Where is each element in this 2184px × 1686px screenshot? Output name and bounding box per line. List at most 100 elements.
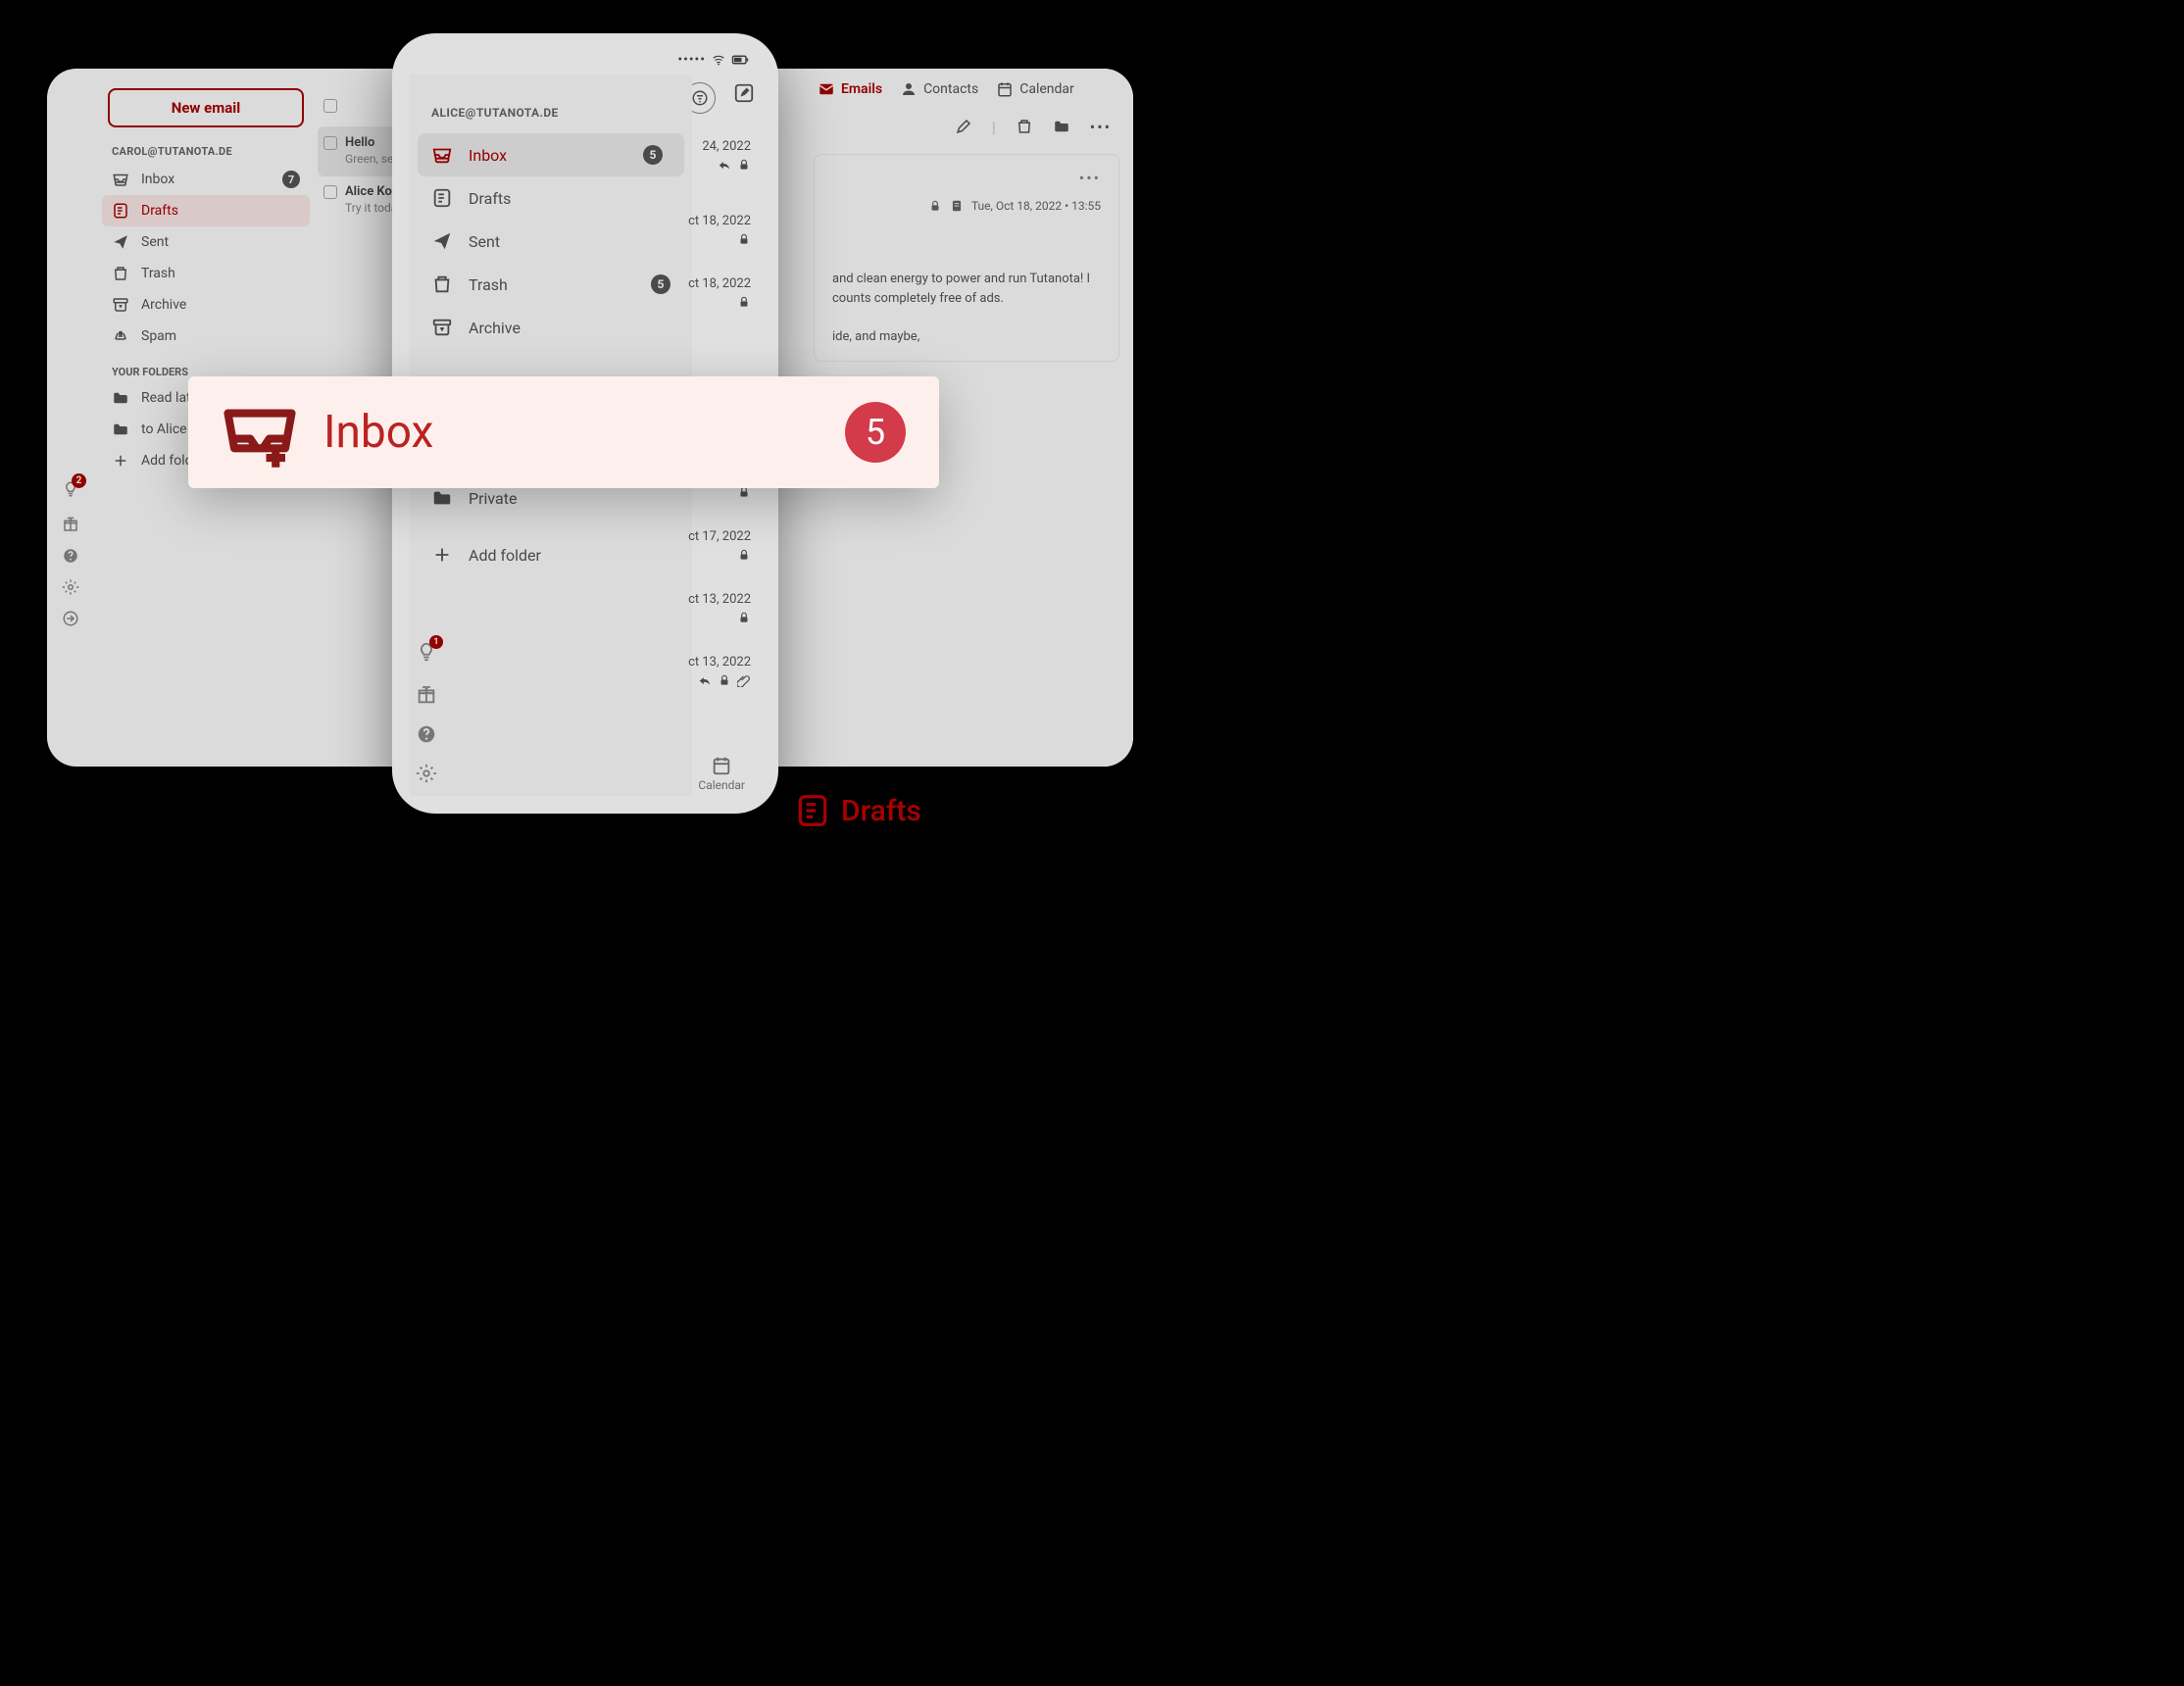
compose-icon[interactable] [733,82,755,104]
list-item[interactable]: 24, 2022 [688,139,751,214]
folder-icon [431,487,453,509]
note-icon [950,199,964,213]
message-meta: Tue, Oct 18, 2022 • 13:55 [832,199,1101,213]
sidebar-item-trash[interactable]: Trash [94,258,318,289]
filter-icon [691,89,709,107]
sidebar-item-label: Add folder [469,546,541,565]
sent-icon [431,230,453,252]
gift-icon[interactable] [416,684,437,706]
list-item[interactable]: ct 13, 2022 [688,592,751,655]
gear-icon[interactable] [416,763,437,784]
lock-icon [737,548,751,562]
logout-icon[interactable] [62,610,79,627]
message-date: ct 17, 2022 [688,529,751,544]
reply-icon [718,158,731,172]
contact-icon [900,80,918,98]
trash-count-badge: 5 [651,274,670,294]
sidebar-item-trash[interactable]: Trash 5 [410,263,692,306]
lock-icon [737,295,751,309]
drafts-icon [112,202,129,220]
sidebar-item-label: Sent [141,234,169,250]
tips-badge: 1 [429,635,443,649]
sidebar-item-label: Private [469,489,517,508]
archive-icon [112,296,129,314]
lock-icon [737,158,751,172]
sidebar-item-archive[interactable]: Archive [94,289,318,321]
highlight-count-badge: 5 [845,402,906,463]
sidebar-item-label: Archive [469,319,521,337]
lock-icon [718,673,731,687]
bottom-nav-calendar[interactable]: Calendar [698,755,745,792]
folder-icon [112,421,129,438]
inbox-plus-icon [222,394,298,471]
message-body: and clean energy to power and run Tutano… [832,270,1101,347]
trash-icon [112,265,129,282]
mail-icon [818,80,835,98]
highlight-inbox-row[interactable]: Inbox 5 [188,376,939,488]
list-item[interactable]: ct 17, 2022 [688,529,751,592]
list-item[interactable]: ct 18, 2022 [688,214,751,276]
nav-label: Emails [841,81,882,97]
account-label: ALICE@TUTANOTA.DE [410,100,692,133]
message-date: ct 13, 2022 [688,592,751,607]
sidebar-item-drafts[interactable]: Drafts [102,195,310,226]
drafts-icon [794,792,831,829]
drafts-label-float: Drafts [794,792,921,829]
nav-emails[interactable]: Emails [818,80,882,98]
lock-icon [737,232,751,246]
list-item[interactable]: ct 13, 2022 [688,655,751,718]
battery-icon [731,51,749,69]
sidebar-item-drafts[interactable]: Drafts [410,176,692,220]
folder-icon [112,389,129,407]
trash-icon [431,273,453,295]
sidebar-item-sent[interactable]: Sent [94,226,318,258]
nav-calendar[interactable]: Calendar [996,80,1074,98]
more-button[interactable]: ••• [1090,118,1112,136]
nav-label: Contacts [923,81,978,97]
help-icon[interactable] [62,547,79,565]
sidebar-item-label: Trash [469,275,508,294]
phone-left-rail: 1 [416,641,437,784]
help-icon[interactable] [416,723,437,745]
checkbox-icon [323,99,337,113]
message-date: ct 18, 2022 [688,276,751,291]
sidebar-item-inbox[interactable]: Inbox 7 [94,164,318,195]
message-from: Hello [345,135,374,150]
sidebar-item-label: Drafts [469,189,511,208]
wifi-icon [712,53,725,67]
sidebar-item-label: to Alice [141,422,187,437]
inbox-icon [112,171,129,188]
sidebar-item-label: Spam [141,328,176,344]
lock-icon [928,199,942,213]
inbox-count-badge: 7 [282,171,300,188]
folder-icon[interactable] [1053,118,1070,135]
archive-icon [431,317,453,338]
sidebar-item-sent[interactable]: Sent [410,220,692,263]
new-email-button[interactable]: New email [108,88,304,127]
nav-contacts[interactable]: Contacts [900,80,978,98]
list-item[interactable]: ct 18, 2022 [688,276,751,339]
message-more-button[interactable]: ••• [832,169,1101,187]
gift-icon[interactable] [62,516,79,533]
gear-icon[interactable] [62,578,79,596]
sidebar-item-label: Sent [469,232,500,251]
message-date: ct 18, 2022 [688,214,751,228]
tips-button[interactable]: 2 [62,480,79,502]
sidebar-item-spam[interactable]: Spam [94,321,318,352]
add-folder-button[interactable]: Add folder [410,533,692,576]
drafts-label: Drafts [841,794,921,828]
pencil-icon[interactable] [955,118,972,135]
inbox-icon [431,144,453,166]
sidebar-item-label: Drafts [141,203,178,219]
sidebar-item-inbox[interactable]: Inbox 5 [418,133,684,176]
trash-icon[interactable] [1016,118,1033,135]
checkbox-icon [323,185,337,199]
sidebar-item-archive[interactable]: Archive [410,306,692,349]
phone-header-actions [684,82,755,114]
top-nav: Emails Contacts Calendar [800,69,1133,110]
drafts-icon [431,187,453,209]
tips-button[interactable]: 1 [416,641,437,667]
sidebar-item-label: Trash [141,266,175,281]
plus-icon [431,544,453,566]
nav-label: Calendar [698,778,745,792]
